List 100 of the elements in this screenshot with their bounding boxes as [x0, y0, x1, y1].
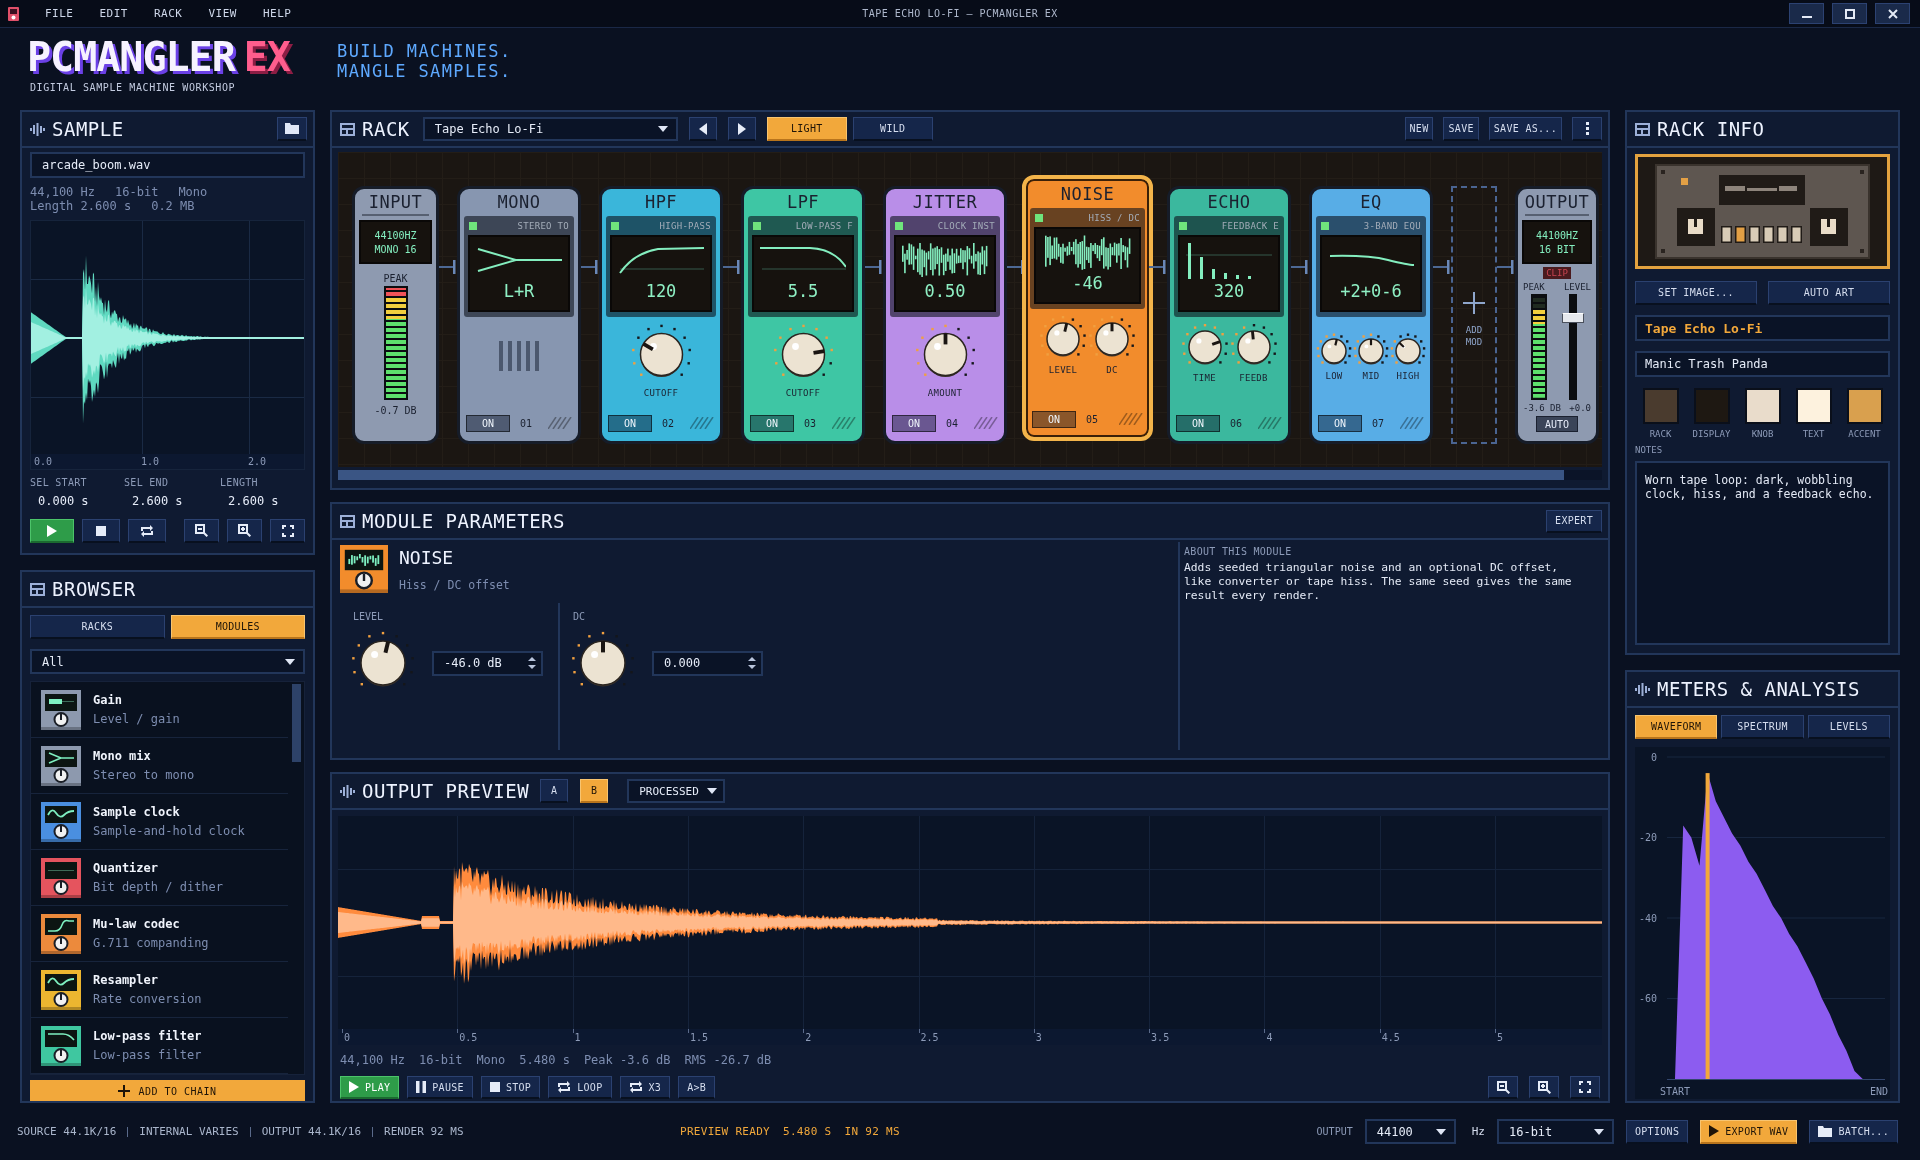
- add-module-slot[interactable]: ADD MOD: [1451, 186, 1497, 444]
- previous-button[interactable]: [688, 117, 717, 141]
- knob-pointer[interactable]: [943, 333, 947, 345]
- pause-button[interactable]: PAUSE: [407, 1076, 473, 1099]
- compare-tab[interactable]: B: [580, 779, 609, 803]
- knob-pointer[interactable]: [1369, 339, 1373, 346]
- effect-module[interactable]: ECHO FEEDBACK E 320 TIME FEEDB ON 06: [1167, 186, 1291, 444]
- fit-button[interactable]: [1570, 1076, 1600, 1099]
- color-swatch-icon[interactable]: [1642, 388, 1679, 424]
- category-dropdown[interactable]: All: [30, 649, 305, 674]
- effect-module[interactable]: EQ 3-BAND EQU +2+0-6 LOW MID HIGH ON 07: [1309, 186, 1433, 444]
- analysis-tab[interactable]: SPECTRUM: [1721, 715, 1804, 739]
- power-toggle[interactable]: ON: [466, 414, 510, 432]
- menu-item[interactable]: EDIT: [86, 7, 141, 20]
- options-button[interactable]: OPTIONS: [1625, 1119, 1689, 1144]
- close-button[interactable]: [1875, 3, 1910, 24]
- rack-action-button[interactable]: SAVE AS...: [1488, 117, 1562, 141]
- menu-item[interactable]: RACK: [141, 7, 196, 20]
- menu-item[interactable]: HELP: [250, 7, 305, 20]
- analysis-tab[interactable]: WAVEFORM: [1635, 715, 1718, 739]
- rack-name-field[interactable]: Tape Echo Lo-Fi: [1635, 315, 1890, 341]
- output-module[interactable]: OUTPUT 44100HZ 16 BIT CLIP PEAK LEVEL -3.6 DB +0.0 AUTO: [1515, 186, 1599, 444]
- knob[interactable]: [352, 631, 414, 687]
- power-toggle[interactable]: ON: [750, 414, 794, 432]
- file-name-field[interactable]: arcade_boom.wav: [30, 152, 305, 178]
- effect-module[interactable]: HPF HIGH-PASS 120 CUTOFF ON 02: [599, 186, 723, 444]
- auto-button[interactable]: AUTO: [1535, 416, 1579, 432]
- knob-pointer[interactable]: [601, 641, 605, 653]
- power-toggle[interactable]: ON: [608, 414, 652, 432]
- effect-module[interactable]: MONO STEREO TO L+R ON 01: [457, 186, 581, 444]
- knob[interactable]: [1230, 324, 1277, 365]
- knob[interactable]: [1040, 316, 1086, 357]
- more-button[interactable]: [1572, 117, 1602, 141]
- power-toggle[interactable]: ON: [1318, 414, 1362, 432]
- batch-button[interactable]: BATCH...: [1809, 1119, 1898, 1144]
- effect-module[interactable]: LPF LOW-PASS F 5.5 CUTOFF ON 03: [741, 186, 865, 444]
- color-swatch-icon[interactable]: [1795, 388, 1832, 424]
- scrollbar-thumb[interactable]: [292, 684, 301, 762]
- module-list-item[interactable]: Mono mix Stereo to mono: [31, 738, 288, 794]
- color-swatch-icon[interactable]: [1693, 388, 1730, 424]
- menu-item[interactable]: VIEW: [195, 7, 250, 20]
- knob-pointer[interactable]: [1334, 339, 1338, 346]
- expert-button[interactable]: EXPERT: [1546, 509, 1602, 533]
- notes-field[interactable]: Worn tape loop: dark, wobbling clock, hiss, and a feedback echo.: [1635, 461, 1890, 645]
- zoom-out-button[interactable]: [1488, 1076, 1518, 1099]
- maximize-button[interactable]: [1832, 3, 1867, 24]
- sample-rate-dropdown[interactable]: 44100: [1364, 1119, 1456, 1144]
- author-field[interactable]: Manic Trash Panda: [1635, 351, 1890, 377]
- next-button[interactable]: [727, 117, 756, 141]
- compare-tab[interactable]: A: [540, 779, 569, 803]
- knob[interactable]: [1316, 333, 1352, 365]
- browser-tab[interactable]: MODULES: [170, 615, 305, 639]
- power-toggle[interactable]: ON: [892, 414, 936, 432]
- input-module[interactable]: INPUT 44100HZ MONO 16 PEAK -0.7 DB: [352, 186, 439, 444]
- knob-pointer[interactable]: [383, 641, 391, 654]
- effect-module[interactable]: JITTER CLOCK INST 0.50 AMOUNT ON 04: [883, 186, 1007, 444]
- knob-pointer[interactable]: [1398, 341, 1405, 348]
- number-field[interactable]: -46.0 dB: [432, 650, 543, 676]
- loop-button[interactable]: LOOP: [548, 1076, 612, 1099]
- minimize-button[interactable]: [1789, 3, 1824, 24]
- power-toggle[interactable]: ON: [1032, 410, 1076, 428]
- zoom-out-button[interactable]: [184, 519, 219, 543]
- knob[interactable]: [1390, 333, 1426, 365]
- number-field[interactable]: 0.000: [652, 650, 763, 676]
- knob-pointer[interactable]: [642, 342, 654, 351]
- module-list-item[interactable]: Mu-law codec G.711 companding: [31, 906, 288, 962]
- bit-depth-dropdown[interactable]: 16-bit: [1496, 1119, 1614, 1144]
- add-to-chain-button[interactable]: ADD TO CHAIN: [30, 1080, 305, 1101]
- color-swatch-icon[interactable]: [1846, 388, 1883, 424]
- module-list-item[interactable]: Sample clock Sample-and-hold clock: [31, 794, 288, 850]
- knob[interactable]: [1353, 333, 1389, 365]
- preset-dropdown[interactable]: Tape Echo Lo-Fi: [422, 117, 678, 141]
- rack-image-button[interactable]: SET IMAGE...: [1635, 281, 1757, 305]
- effect-module[interactable]: NOISE HISS / DC -46 LEVEL DC ON 05: [1022, 175, 1153, 441]
- mode-tab[interactable]: LIGHT: [766, 117, 847, 141]
- export-button[interactable]: EXPORT WAV: [1700, 1119, 1798, 1144]
- power-toggle[interactable]: ON: [1176, 414, 1220, 432]
- fader-thumb[interactable]: [1561, 313, 1584, 324]
- color-swatch-icon[interactable]: [1744, 388, 1781, 424]
- knob[interactable]: [1089, 316, 1135, 357]
- zoom-in-button[interactable]: [1529, 1076, 1559, 1099]
- knob[interactable]: [631, 324, 691, 377]
- stop-button[interactable]: [82, 519, 120, 543]
- rack-action-button[interactable]: NEW: [1404, 117, 1434, 141]
- menu-item[interactable]: FILE: [32, 7, 87, 20]
- knob-pointer[interactable]: [812, 349, 824, 355]
- analysis-tab[interactable]: LEVELS: [1807, 715, 1890, 739]
- knob-pointer[interactable]: [1250, 330, 1255, 340]
- fit-button[interactable]: [270, 519, 305, 543]
- knob[interactable]: [773, 324, 833, 377]
- rack-action-button[interactable]: SAVE: [1443, 117, 1479, 141]
- play-button[interactable]: PLAY: [340, 1076, 400, 1099]
- knob[interactable]: [1181, 324, 1228, 365]
- knob[interactable]: [915, 324, 975, 377]
- module-list-item[interactable]: Resampler Rate conversion: [31, 962, 288, 1018]
- knob[interactable]: [572, 631, 634, 687]
- module-list-item[interactable]: Quantizer Bit depth / dither: [31, 850, 288, 906]
- repeat-button[interactable]: X3: [619, 1076, 671, 1099]
- browser-tab[interactable]: RACKS: [30, 615, 165, 639]
- knob-pointer[interactable]: [1211, 340, 1220, 346]
